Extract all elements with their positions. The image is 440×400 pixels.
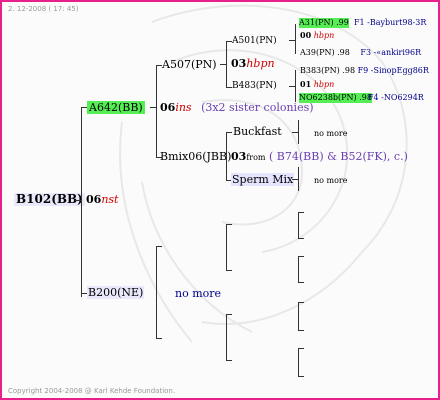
sd-year-flag: 03from ( B74(BB) & B52(FK), c.) <box>231 150 408 164</box>
sds-more[interactable]: no more <box>314 127 347 140</box>
sdd[interactable]: Sperm Mix <box>231 173 295 186</box>
connector-sdd-parents <box>298 167 299 191</box>
sire[interactable]: A642(BB) <box>87 101 145 114</box>
ssss-ring: A31(PN) .99 <box>299 18 349 27</box>
connector-sire-parents <box>156 65 157 157</box>
bracket-4a <box>298 212 299 238</box>
sdd-more[interactable]: no more <box>314 174 347 187</box>
ssss-note: F1 -Bayburt98-3R <box>354 18 427 27</box>
bracket-ds-bottom <box>226 270 232 271</box>
sss-mid-note: hbpn <box>313 31 335 40</box>
bracket-4c-top <box>298 302 304 303</box>
date-stamp: 2. 12-2008 ( 17: 45) <box>8 5 79 13</box>
connector-sds-stub <box>292 132 298 133</box>
bracket-dd-bottom <box>226 360 232 361</box>
subject-year: 06 <box>86 193 102 206</box>
bracket-dd-top <box>226 314 232 315</box>
connector-ssd-stub <box>289 86 295 87</box>
ss-year: 03 <box>231 57 247 70</box>
ssss[interactable]: A31(PN) .99 <box>299 18 349 28</box>
connector-ds <box>156 246 162 247</box>
connector-gen1-stub <box>75 200 81 201</box>
bracket-4c-bottom <box>298 330 304 331</box>
bracket-4c <box>298 302 299 330</box>
sd-comment: ( B74(BB) & B52(FK), c.) <box>269 150 408 163</box>
dam-more[interactable]: no more <box>175 287 221 300</box>
connector-sds <box>226 132 232 133</box>
ssdd-ring: NO6238b(PN) .98 <box>299 93 372 102</box>
sd-from: from <box>246 153 266 162</box>
connector-sire-stub <box>150 107 156 108</box>
sire-note: ins <box>175 101 192 114</box>
ss-year-flag: 03hbpn <box>231 57 275 70</box>
ssdd-note: F4 -NO6294R <box>368 93 424 102</box>
bracket-4b-bottom <box>298 282 304 283</box>
ssds[interactable]: B383(PN) .98 F9 -SinopEgg86R <box>300 66 429 76</box>
dam[interactable]: B200(NE) <box>87 286 145 299</box>
connector-sd-parents <box>226 132 227 180</box>
subject-note: nst <box>101 193 119 206</box>
connector-sss-parents <box>295 24 296 54</box>
ssd-mid-note: hbpn <box>313 80 335 89</box>
connector-gen1 <box>81 107 82 297</box>
connector-dd <box>156 338 162 339</box>
bracket-4b <box>298 256 299 282</box>
sire-dam[interactable]: Bmix06(JBB) <box>160 150 231 163</box>
bracket-4a-bottom <box>298 238 304 239</box>
connector-sds-parents <box>298 120 299 144</box>
ssdd[interactable]: NO6238b(PN) .98 <box>299 93 372 103</box>
connector-ss-parents <box>226 41 227 87</box>
sss[interactable]: A501(PN) <box>232 36 277 46</box>
sire-sire[interactable]: A507(PN) <box>162 58 217 71</box>
connector-ss-stub <box>220 64 226 65</box>
sssd-note: F3 -«ankiri96R <box>360 48 422 57</box>
ss-note: hbpn <box>246 57 275 70</box>
sss-mid-year: 00 <box>300 30 312 40</box>
ssd-mid-year: 01 <box>300 79 312 89</box>
sire-comment: (3x2 sister colonies) <box>201 101 314 114</box>
sssd[interactable]: A39(PN) .98 F3 -«ankiri96R <box>300 48 421 58</box>
copyright: Copyright 2004-2008 @ Karl Kehde Foundat… <box>8 387 176 395</box>
bracket-4a-top <box>298 212 304 213</box>
sssd-ring: A39(PN) .98 <box>300 48 350 57</box>
bracket-ds <box>226 224 227 270</box>
ssds-ring: B383(PN) .98 <box>300 66 356 75</box>
ssds-note: F9 -SinopEgg86R <box>357 66 429 75</box>
ssd[interactable]: B483(PN) <box>232 81 277 91</box>
bracket-4d <box>298 348 299 376</box>
connector-dam-parents <box>156 246 157 338</box>
sds[interactable]: Buckfast <box>233 125 282 138</box>
bracket-4d-top <box>298 348 304 349</box>
bracket-4b-top <box>298 256 304 257</box>
subject-year-flag: 06nst <box>86 193 118 206</box>
bracket-dd <box>226 314 227 360</box>
bracket-4d-bottom <box>298 376 304 377</box>
connector-sdd-stub <box>292 179 298 180</box>
ssd-mid: 01 hbpn <box>300 79 334 90</box>
connector-sss-stub <box>289 40 295 41</box>
sd-year: 03 <box>231 150 247 163</box>
bracket-ds-top <box>226 224 232 225</box>
sire-year: 06 <box>160 101 176 114</box>
pedigree-frame: 2. 12-2008 ( 17: 45) Copyright 2004-2008… <box>0 0 440 400</box>
connector-ssd-parents <box>295 70 296 102</box>
sire-year-flag: 06ins (3x2 sister colonies) <box>160 101 314 114</box>
ssss-flag: 00 hbpn <box>300 30 334 41</box>
